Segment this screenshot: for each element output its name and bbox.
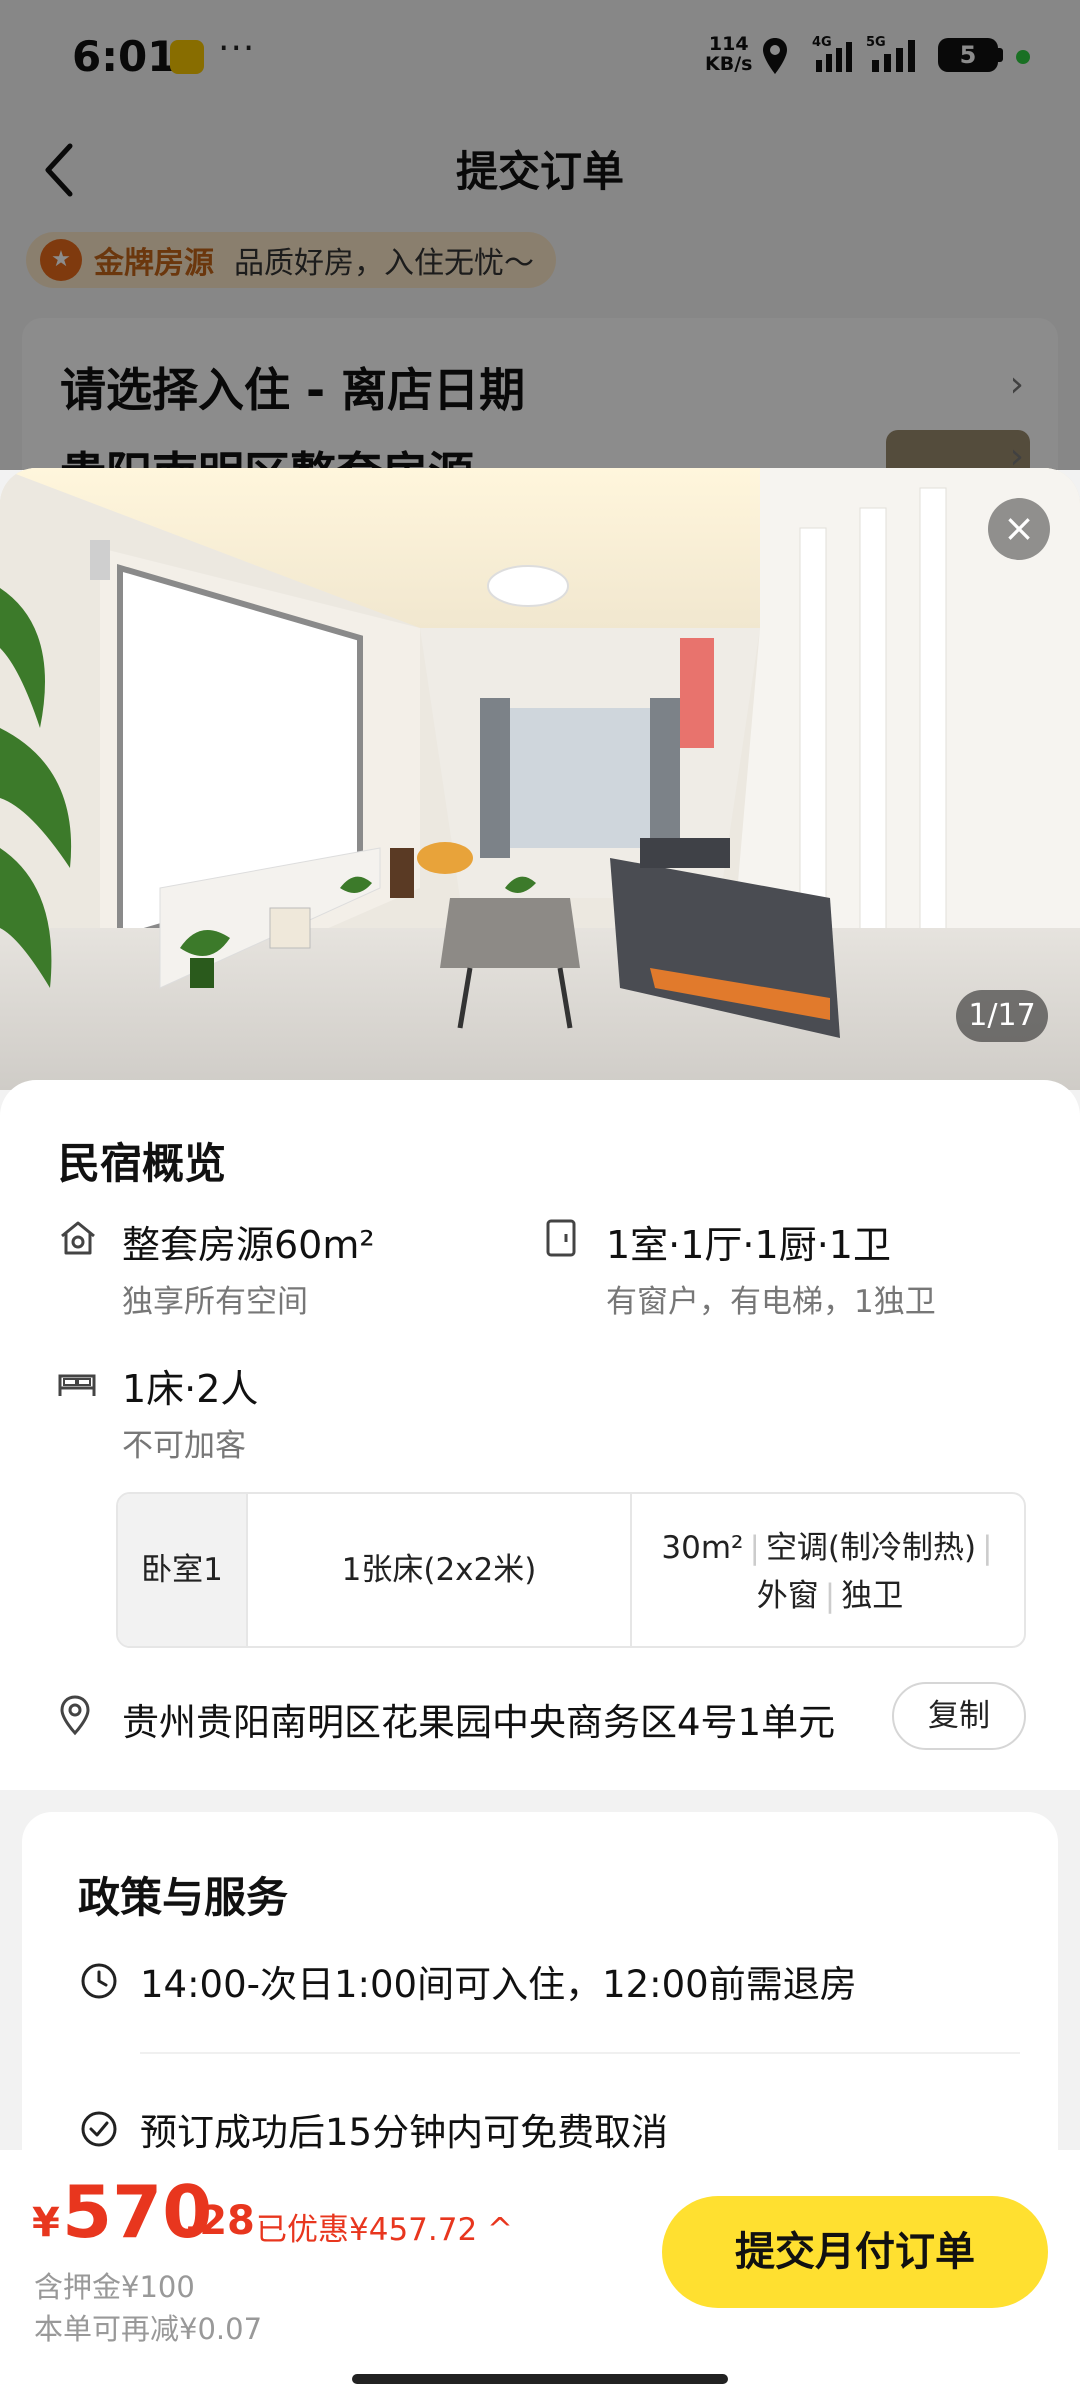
bed-guest-desc: 不可加客 [122,1428,246,1464]
price-currency: ¥ [32,2200,60,2246]
living-room-photo [0,468,1080,1090]
deposit-text: 含押金¥100 [34,2270,195,2304]
modal-overlay[interactable] [0,0,1080,470]
room-layout-desc: 有窗户，有电梯，1独卫 [606,1284,936,1320]
copy-address-button[interactable]: 复制 [892,1682,1026,1750]
house-area-icon [61,1221,95,1255]
home-indicator[interactable] [352,2374,728,2384]
bed-guest-value: 1床·2人 [122,1367,259,1411]
room-ac: 空调(制冷制热) [765,1530,977,1566]
listing-photo[interactable] [0,468,1080,1090]
bed-icon [58,1374,96,1396]
policy-divider [140,2052,1020,2054]
room-window: 外窗 [756,1578,819,1614]
checkin-policy: 14:00-次日1:00间可入住，12:00前需退房 [140,1963,857,2006]
room-detail-table: 卧室1 1张床(2x2米) 30m² | 空调(制冷制热) | 外窗 | 独卫 [116,1492,1026,1648]
room-bed: 1张床(2x2米) [248,1494,632,1646]
clock-icon [81,1963,117,1999]
policy-title: 政策与服务 [78,1873,289,1922]
room-amenities: 30m² | 空调(制冷制热) | 外窗 | 独卫 [661,1530,993,1614]
checkout-bar: ¥ 570 .28 已优惠¥457.72 ^ 含押金¥100 本单可再减¥0.0… [0,2150,1080,2400]
location-pin-icon [60,1695,90,1736]
room-area: 30m² [661,1530,744,1566]
house-type-value: 整套房源60m² [122,1223,375,1267]
room-name: 卧室1 [118,1494,248,1646]
overview-sheet: 民宿概览 整套房源60m² 独享所有空间 1室·1厅·1厨·1卫 有窗户，有电梯… [0,1080,1080,1790]
overview-title: 民宿概览 [58,1139,227,1188]
house-type-desc: 独享所有空间 [122,1284,308,1320]
close-photo-button[interactable]: × [988,498,1050,560]
room-bath: 独卫 [841,1578,904,1614]
room-layout-value: 1室·1厅·1厨·1卫 [606,1223,891,1267]
submit-order-button[interactable]: 提交月付订单 [662,2196,1048,2308]
address-text: 贵州贵阳南明区花果园中央商务区4号1单元 [122,1701,836,1744]
extra-reduce-text: 本单可再减¥0.07 [34,2312,263,2346]
cancel-policy: 预订成功后15分钟内可免费取消 [140,2111,669,2154]
door-icon [546,1219,576,1257]
discount-toggle[interactable]: 已优惠¥457.72 ^ [256,2204,513,2249]
check-circle-icon [81,2111,117,2147]
photo-counter: 1/17 [956,990,1048,1042]
price-decimal: .28 [184,2198,255,2244]
